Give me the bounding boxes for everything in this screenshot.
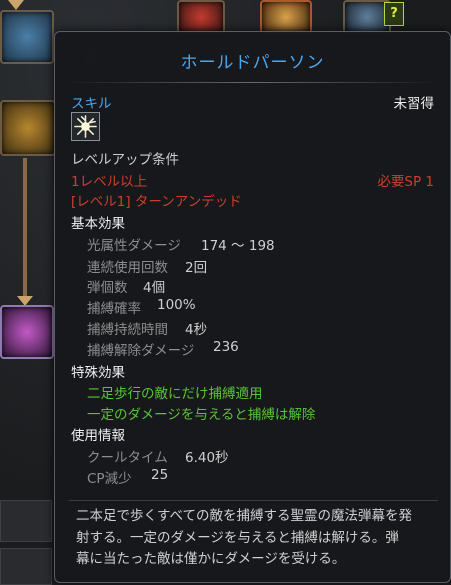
stat-label: 捕縛持続時間 xyxy=(87,322,168,338)
special-effect: 二足歩行の敵にだけ捕縛適用 xyxy=(87,386,263,402)
title-divider xyxy=(65,82,440,83)
stat-value: 4個 xyxy=(143,280,166,296)
description-line: 射する。一定のダメージを与えると捕縛は解ける。弾 xyxy=(76,529,399,546)
required-skill: [レベル1] ターンアンデッド xyxy=(71,194,242,210)
skill-node-burst[interactable] xyxy=(0,100,56,156)
stat-label: 連続使用回数 xyxy=(87,260,168,276)
required-sp: 必要SP 1 xyxy=(377,174,434,190)
burst-light-icon xyxy=(71,112,100,141)
help-badge[interactable]: ? xyxy=(384,2,404,26)
stat-label: 弾個数 xyxy=(87,280,128,296)
description-divider xyxy=(69,500,438,501)
category-label: スキル xyxy=(71,96,112,112)
bottom-left-panel xyxy=(0,548,52,585)
usage-header: 使用情報 xyxy=(71,428,125,444)
levelup-header: レベルアップ条件 xyxy=(71,152,179,168)
skill-description: 二本足で歩くすべての敵を捕縛する聖霊の魔法弾幕を発 射する。一定のダメージを与え… xyxy=(76,506,436,571)
usage-value: 6.40秒 xyxy=(185,450,229,466)
stat-label: 光属性ダメージ xyxy=(87,238,181,254)
usage-label: CP減少 xyxy=(87,471,132,487)
stat-value: 236 xyxy=(213,339,239,355)
skill-node-hold-person[interactable] xyxy=(0,305,54,359)
special-effect: 一定のダメージを与えると捕縛は解除 xyxy=(87,407,316,423)
skill-tooltip: ホールドパーソン スキル 未習得 レベルアップ条件 1レベル以上 必要SP 1 … xyxy=(54,31,451,583)
skill-title: ホールドパーソン xyxy=(180,53,325,73)
special-effect-header: 特殊効果 xyxy=(71,365,125,381)
stat-label: 捕縛確率 xyxy=(87,301,141,317)
required-level: 1レベル以上 xyxy=(71,174,148,190)
stat-value: 2回 xyxy=(185,260,208,276)
stat-label: 捕縛解除ダメージ xyxy=(87,343,195,359)
description-line: 幕に当たった敵は僅かにダメージを受ける。 xyxy=(76,551,346,567)
tree-arrow-down-icon xyxy=(8,0,24,10)
skill-node-top-1[interactable] xyxy=(177,0,225,34)
skill-node-lightning[interactable] xyxy=(0,10,54,64)
usage-value: 25 xyxy=(151,467,169,483)
stat-value: 4秒 xyxy=(185,322,208,338)
learn-status: 未習得 xyxy=(393,96,435,112)
stat-value: 100% xyxy=(157,297,196,313)
skill-node-top-2[interactable] xyxy=(260,0,312,34)
bottom-left-panel xyxy=(0,500,52,542)
description-line: 二本足で歩くすべての敵を捕縛する聖霊の魔法弾幕を発 xyxy=(76,508,413,524)
usage-label: クールタイム xyxy=(87,450,168,466)
basic-effect-header: 基本効果 xyxy=(71,216,125,232)
stat-value: 174 ～ 198 xyxy=(201,238,275,254)
tree-connector xyxy=(23,158,27,298)
